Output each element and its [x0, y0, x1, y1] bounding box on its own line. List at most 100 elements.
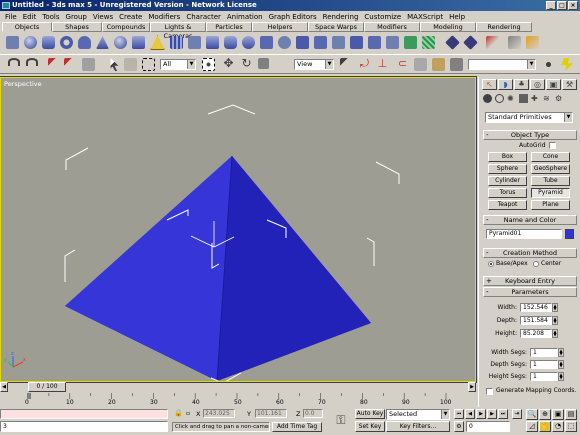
geometry-icon[interactable]: [483, 94, 492, 103]
menu-edit[interactable]: Edit: [20, 13, 40, 21]
rect-selection-icon[interactable]: [142, 58, 155, 71]
torus-button[interactable]: Torus: [488, 188, 527, 198]
lights-icon[interactable]: ✺: [507, 94, 516, 103]
shapes-icon[interactable]: [495, 94, 504, 103]
tab-space-warps[interactable]: Space Warps: [308, 22, 364, 32]
align-icon[interactable]: ⊥: [376, 58, 389, 71]
boolean-icon[interactable]: [404, 36, 417, 49]
next-frame-icon[interactable]: ▶: [487, 409, 497, 419]
patch-icon[interactable]: [445, 35, 460, 50]
tab-modeling[interactable]: Modeling: [420, 22, 476, 32]
object-name-input[interactable]: Pyramid01: [486, 229, 562, 239]
pyramid-icon[interactable]: [150, 35, 165, 50]
spinner-arrows[interactable]: ▲ ▼: [558, 372, 564, 381]
quick-render-icon[interactable]: [542, 58, 555, 71]
motion-tab-icon[interactable]: ◎: [530, 79, 545, 90]
creation-method-rollout[interactable]: - Creation Method: [483, 248, 577, 258]
geosphere-icon[interactable]: [114, 36, 127, 49]
go-to-end-icon[interactable]: ⏭: [498, 409, 508, 419]
gen-mapping-checkbox[interactable]: [486, 388, 493, 395]
capsule-icon[interactable]: [260, 36, 273, 49]
width-spinner[interactable]: 152.546 ▲ ▼: [520, 303, 558, 312]
redo-icon[interactable]: [26, 58, 38, 66]
select-by-name-icon[interactable]: [124, 58, 137, 71]
key-filters-button[interactable]: Key Filters...: [386, 421, 450, 432]
prism-icon[interactable]: [386, 36, 399, 49]
menu-rendering[interactable]: Rendering: [320, 13, 362, 21]
key-mode-toggle-icon[interactable]: ⇥: [512, 409, 522, 419]
play-icon[interactable]: ▶: [476, 409, 486, 419]
wrench-icon[interactable]: [508, 36, 521, 49]
spinner-arrows[interactable]: ▲ ▼: [558, 348, 564, 357]
selection-filter-dropdown[interactable]: All ▼: [160, 59, 196, 70]
snap-icon[interactable]: ⊂: [396, 58, 409, 71]
z-coord-field[interactable]: 0.0: [303, 409, 323, 418]
menu-maxscript[interactable]: MAXScript: [404, 13, 446, 21]
tab-lights-cameras[interactable]: Lights & Cameras: [150, 22, 206, 40]
name-color-rollout[interactable]: - Name and Color: [483, 215, 577, 225]
material-editor-icon[interactable]: [432, 58, 445, 71]
lock-icon[interactable]: 🔒: [174, 409, 183, 418]
tab-modifiers[interactable]: Modifiers: [364, 22, 420, 32]
window-crossing-icon[interactable]: [202, 58, 215, 71]
menu-create[interactable]: Create: [116, 13, 145, 21]
plane-icon[interactable]: [170, 36, 183, 49]
undo-icon[interactable]: [8, 58, 20, 66]
zoom-extents-all-icon[interactable]: ▤: [565, 409, 577, 420]
spindle-icon[interactable]: [278, 36, 291, 49]
cylinder-icon[interactable]: [42, 36, 55, 49]
set-key-button[interactable]: Set Key: [355, 421, 385, 432]
menu-character[interactable]: Character: [183, 13, 224, 21]
maxscript-mini-listener[interactable]: 3: [0, 421, 168, 432]
link-icon[interactable]: [48, 58, 61, 71]
center-radio[interactable]: [533, 261, 539, 267]
bone-icon[interactable]: [486, 36, 499, 49]
render-scene-icon[interactable]: [450, 58, 463, 71]
cameras-icon[interactable]: [519, 94, 528, 103]
modify-tab-icon[interactable]: ◗: [498, 79, 513, 90]
category-dropdown[interactable]: Standard Primitives ▼: [485, 112, 573, 123]
cone-button[interactable]: Cone: [531, 152, 570, 162]
geosphere-button[interactable]: GeoSphere: [531, 164, 570, 174]
prev-frame-icon[interactable]: ◀: [465, 409, 475, 419]
create-tab-icon[interactable]: ↖: [482, 79, 497, 90]
ref-coord-dropdown[interactable]: View ▼: [294, 59, 334, 70]
gengon-icon[interactable]: [314, 36, 327, 49]
c-ext-icon[interactable]: [332, 36, 345, 49]
tab-helpers[interactable]: Helpers: [252, 22, 308, 32]
hammer-icon[interactable]: [526, 36, 539, 49]
menu-tools[interactable]: Tools: [39, 13, 62, 21]
maximize-button[interactable]: □: [557, 1, 567, 10]
menu-animation[interactable]: Animation: [224, 13, 266, 21]
menu-modifiers[interactable]: Modifiers: [145, 13, 183, 21]
systems-icon[interactable]: ⚙: [555, 94, 564, 103]
nurbs-icon[interactable]: [463, 35, 478, 50]
sphere-icon[interactable]: [24, 36, 37, 49]
spinner-arrows[interactable]: ▲ ▼: [552, 303, 558, 312]
menu-help[interactable]: Help: [446, 13, 468, 21]
spacing-icon[interactable]: [414, 58, 427, 71]
move-icon[interactable]: ✥: [222, 57, 235, 71]
tab-objects[interactable]: Objects: [2, 22, 52, 32]
ringwave-icon[interactable]: [350, 36, 363, 49]
teapot-icon[interactable]: [78, 36, 91, 49]
maxscript-listener-pink[interactable]: [0, 409, 168, 419]
hierarchy-tab-icon[interactable]: ♣: [514, 79, 529, 90]
pan-hand-icon[interactable]: ✋: [539, 421, 551, 432]
scale-icon[interactable]: [258, 58, 269, 69]
height-segs-spinner[interactable]: 1 ▲ ▼: [530, 372, 564, 381]
plane-button[interactable]: Plane: [531, 200, 570, 210]
auto-key-button[interactable]: Auto Key: [355, 409, 385, 419]
spinner-arrows[interactable]: ▲ ▼: [552, 329, 558, 338]
menu-views[interactable]: Views: [90, 13, 116, 21]
chamfer-cyl-icon[interactable]: [224, 36, 237, 49]
go-to-start-icon[interactable]: ⏮: [454, 409, 464, 419]
parameters-rollout[interactable]: - Parameters: [483, 287, 577, 297]
mesh-icon[interactable]: [422, 36, 435, 49]
pivot-center-icon[interactable]: [340, 58, 353, 71]
pyramid-button[interactable]: Pyramid: [531, 188, 570, 198]
menu-graph-editors[interactable]: Graph Editors: [266, 13, 320, 21]
zoom-icon[interactable]: 🔍: [526, 409, 538, 420]
menu-customize[interactable]: Customize: [361, 13, 404, 21]
y-coord-field[interactable]: 101.161: [255, 409, 287, 418]
